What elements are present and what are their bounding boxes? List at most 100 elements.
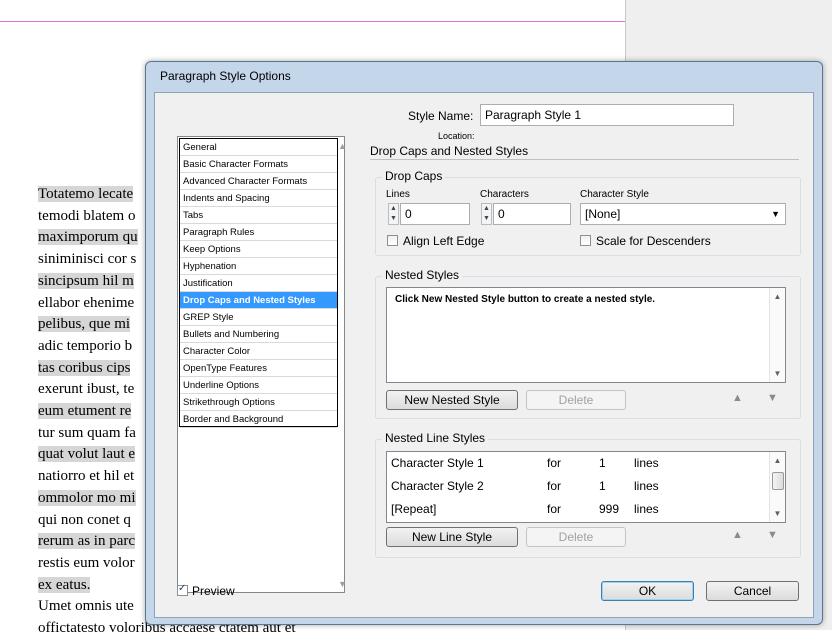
nested-line-styles-title: Nested Line Styles (382, 431, 489, 445)
category-item[interactable]: Strikethrough Options (180, 394, 337, 411)
line-style-style: Character Style 2 (391, 479, 484, 493)
document-line-text: quat volut laut e (38, 446, 136, 463)
preview-checkbox[interactable]: ✓ (177, 583, 188, 596)
stepper-down-icon[interactable]: ▼ (389, 214, 398, 224)
document-line-text: exerunt ibust, te (38, 381, 135, 398)
line-style-style: [Repeat] (391, 502, 437, 516)
category-item[interactable]: Basic Character Formats (180, 156, 337, 173)
character-style-value: [None] (585, 207, 621, 221)
scale-descenders-label: Scale for Descenders (596, 234, 711, 248)
style-name-label: Style Name: (408, 109, 474, 123)
scroll-up-icon[interactable]: ▲ (770, 456, 785, 465)
delete-line-style-button[interactable]: Delete (526, 527, 626, 547)
move-down-icon[interactable]: ▼ (767, 392, 778, 404)
document-line-text: pelibus, que mi (38, 316, 131, 333)
category-item[interactable]: Drop Caps and Nested Styles (180, 292, 337, 309)
characters-input[interactable]: 0 (493, 203, 571, 225)
align-left-edge-label: Align Left Edge (403, 234, 485, 248)
characters-stepper[interactable]: ▲ ▼ (481, 203, 492, 225)
nested-line-styles-scrollbar[interactable]: ▲ ▼ (769, 452, 785, 522)
new-nested-style-button[interactable]: New Nested Style (386, 390, 518, 410)
scroll-down-icon[interactable]: ▼ (770, 509, 785, 518)
dialog-client-area: General Basic Character Formats Advanced C… (154, 92, 814, 618)
document-line-text: ellabor ehenime (38, 294, 135, 311)
category-list[interactable]: General Basic Character Formats Advanced C… (177, 136, 347, 593)
category-item[interactable]: Border and Background (180, 411, 337, 428)
category-item[interactable]: Hyphenation (180, 258, 337, 275)
character-style-label: Character Style (580, 189, 649, 200)
section-title: Drop Caps and Nested Styles (370, 144, 529, 158)
document-line-text: siniminisci cor s (38, 251, 137, 268)
scroll-thumb[interactable] (772, 472, 784, 490)
nested-styles-hint: Click New Nested Style button to create … (395, 294, 656, 305)
document-line-text: maximporum qu (38, 229, 138, 246)
lines-label: Lines (386, 189, 410, 200)
stepper-down-icon[interactable]: ▼ (482, 214, 491, 224)
category-item[interactable]: OpenType Features (180, 360, 337, 377)
delete-nested-style-button[interactable]: Delete (526, 390, 626, 410)
style-name-input[interactable]: Paragraph Style 1 (480, 104, 734, 126)
drop-caps-title: Drop Caps (382, 169, 446, 183)
document-line-text: Totatemo lecate (38, 186, 134, 202)
line-style-for: for (547, 502, 562, 516)
move-up-icon[interactable]: ▲ (732, 529, 743, 541)
category-item[interactable]: Justification (180, 275, 337, 292)
category-item[interactable]: Character Color (180, 343, 337, 360)
stepper-up-icon[interactable]: ▲ (482, 204, 491, 214)
location-label: Location: (438, 131, 475, 141)
nested-line-styles-list[interactable]: Character Style 1 for 1 lines Character Styl… (386, 451, 786, 523)
category-items: General Basic Character Formats Advanced C… (179, 138, 338, 428)
document-line-text: temodi blatem o (38, 207, 136, 224)
line-style-row[interactable]: Character Style 1 for 1 lines (389, 452, 763, 474)
document-line-text: Umet omnis ute (38, 598, 134, 615)
paragraph-style-options-dialog: Paragraph Style Options General Basic Cha… (145, 61, 823, 625)
lines-input[interactable]: 0 (400, 203, 470, 225)
scale-descenders-checkbox[interactable] (580, 235, 591, 246)
scroll-up-icon[interactable]: ▲ (338, 141, 347, 151)
chevron-down-icon: ▼ (771, 209, 780, 219)
document-line-text: tur sum quam fa (38, 424, 136, 441)
line-style-row[interactable]: [Repeat] for 999 lines (389, 498, 763, 520)
category-item[interactable]: Indents and Spacing (180, 190, 337, 207)
scroll-down-icon[interactable]: ▼ (770, 369, 785, 378)
align-left-edge-checkbox[interactable] (387, 235, 398, 246)
dialog-title: Paragraph Style Options (160, 69, 291, 83)
line-style-unit: lines (634, 479, 659, 493)
category-item[interactable]: Advanced Character Formats (180, 173, 337, 190)
nested-styles-title: Nested Styles (382, 268, 463, 282)
category-item[interactable]: Bullets and Numbering (180, 326, 337, 343)
stepper-up-icon[interactable]: ▲ (389, 204, 398, 214)
document-line-text: ex eatus. (38, 576, 91, 593)
line-style-style: Character Style 1 (391, 456, 484, 470)
category-item[interactable]: Underline Options (180, 377, 337, 394)
category-item[interactable]: Keep Options (180, 241, 337, 258)
ok-button[interactable]: OK (601, 581, 694, 601)
lines-stepper[interactable]: ▲ ▼ (388, 203, 399, 225)
document-line-text: eum etument re (38, 403, 132, 420)
line-style-row[interactable]: Character Style 2 for 1 lines (389, 475, 763, 497)
document-line-text: qui non conet q (38, 511, 131, 528)
document-line-text: adic temporio b (38, 337, 133, 354)
move-up-icon[interactable]: ▲ (732, 392, 743, 404)
line-style-unit: lines (634, 502, 659, 516)
character-style-select[interactable]: [None] ▼ (580, 203, 786, 225)
checkmark-icon: ✓ (178, 583, 187, 594)
document-line-text: ommolor mo mi (38, 489, 136, 506)
move-down-icon[interactable]: ▼ (767, 529, 778, 541)
line-style-unit: lines (634, 456, 659, 470)
document-line-text: rerum as in parc (38, 533, 136, 550)
category-item[interactable]: GREP Style (180, 309, 337, 326)
category-item[interactable]: Paragraph Rules (180, 224, 337, 241)
cancel-button[interactable]: Cancel (706, 581, 799, 601)
preview-label: Preview (192, 584, 235, 598)
category-item[interactable]: General (180, 139, 337, 156)
nested-styles-scrollbar[interactable]: ▲ ▼ (769, 288, 785, 382)
new-line-style-button[interactable]: New Line Style (386, 527, 518, 547)
scroll-up-icon[interactable]: ▲ (770, 292, 785, 301)
category-scrollbar[interactable]: ▲ ▼ (338, 137, 347, 592)
document-line-text: restis eum volor (38, 554, 135, 571)
scroll-down-icon[interactable]: ▼ (338, 579, 347, 589)
section-divider (370, 159, 799, 160)
nested-styles-list[interactable]: Click New Nested Style button to create … (386, 287, 786, 383)
category-item[interactable]: Tabs (180, 207, 337, 224)
